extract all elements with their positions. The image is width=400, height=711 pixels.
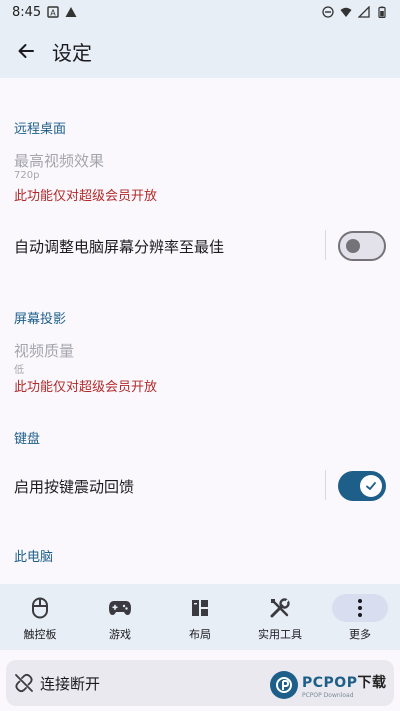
- arrow-back-icon: [18, 44, 34, 58]
- more-vert-icon: [358, 599, 362, 617]
- section-header-this-pc: 此电脑: [14, 550, 54, 565]
- watermark: PCPOP下载 PCPOP Download: [270, 664, 394, 706]
- watermark-brand: PCPOP: [302, 674, 358, 691]
- switch-divider: [325, 230, 326, 260]
- nav-touchpad[interactable]: 触控板: [0, 584, 80, 650]
- video-effect-title: 最高视频效果: [14, 152, 105, 170]
- section-header-remote-desktop: 远程桌面: [14, 122, 67, 137]
- watermark-sub: PCPOP Download: [302, 691, 354, 699]
- tools-icon: [270, 598, 290, 618]
- switch-knob: [346, 239, 360, 253]
- pcpop-logo-icon: [276, 677, 292, 693]
- nav-label: 布局: [189, 628, 211, 641]
- nav-label: 更多: [349, 628, 371, 641]
- watermark-suffix: 下载: [357, 674, 387, 691]
- dnd-icon: [322, 6, 334, 18]
- signal-icon: [358, 6, 370, 18]
- nav-icon-container: [332, 594, 388, 622]
- status-time: 8:45: [12, 4, 42, 20]
- video-quality-value: 低: [14, 365, 24, 376]
- connection-status-label: 连接断开: [40, 674, 101, 693]
- nav-tools[interactable]: 实用工具: [240, 584, 320, 650]
- nav-layout[interactable]: 布局: [160, 584, 240, 650]
- layout-icon: [192, 600, 208, 616]
- vibration-switch[interactable]: [338, 471, 386, 501]
- nav-label: 触控板: [23, 628, 57, 641]
- nav-label: 游戏: [109, 628, 131, 641]
- vibration-label: 启用按键震动回馈: [14, 477, 135, 496]
- auto-resolution-switch[interactable]: [338, 231, 386, 261]
- nav-icon-container: [12, 594, 68, 622]
- page-title: 设定: [52, 40, 92, 65]
- settings-list[interactable]: 远程桌面 最高视频效果 720p 此功能仅对超级会员开放 自动调整电脑屏幕分辨率…: [0, 78, 400, 584]
- video-effect-value: 720p: [14, 170, 40, 181]
- check-icon: [366, 482, 376, 490]
- app-bar: 设定: [0, 24, 400, 78]
- nav-icon-container: [92, 594, 148, 622]
- notification-app-icon: A: [47, 6, 59, 18]
- back-button[interactable]: [14, 39, 38, 63]
- nav-more[interactable]: 更多: [320, 584, 400, 650]
- watermark-logo: [270, 671, 298, 699]
- nav-games[interactable]: 游戏: [80, 584, 160, 650]
- mouse-icon: [32, 597, 48, 619]
- vip-only-warning: 此功能仅对超级会员开放: [14, 380, 158, 395]
- section-header-keyboard: 键盘: [14, 432, 41, 447]
- wifi-icon: [340, 7, 352, 17]
- switch-divider: [325, 470, 326, 500]
- status-bar: 8:45 A: [0, 0, 400, 24]
- watermark-text: PCPOP下载 PCPOP Download: [302, 672, 386, 699]
- battery-icon: [378, 6, 386, 18]
- watermark-brand-line: PCPOP下载: [302, 672, 386, 692]
- svg-text:A: A: [50, 9, 56, 18]
- auto-resolution-row[interactable]: 自动调整电脑屏幕分辨率至最佳: [0, 218, 400, 274]
- vip-only-warning: 此功能仅对超级会员开放: [14, 189, 158, 204]
- gamepad-icon: [109, 601, 131, 615]
- nav-icon-container: [172, 594, 228, 622]
- link-off-icon: [15, 673, 33, 693]
- bottom-nav: 触控板 游戏 布局 实用工具 更多: [0, 584, 400, 650]
- video-quality-title: 视频质量: [14, 342, 75, 360]
- auto-resolution-label: 自动调整电脑屏幕分辨率至最佳: [14, 237, 225, 256]
- switch-knob: [360, 475, 382, 497]
- vibration-row[interactable]: 启用按键震动回馈: [0, 458, 400, 514]
- nav-label: 实用工具: [258, 628, 302, 641]
- warning-icon: [65, 7, 77, 17]
- section-header-screen-cast: 屏幕投影: [14, 312, 67, 327]
- nav-icon-container: [252, 594, 308, 622]
